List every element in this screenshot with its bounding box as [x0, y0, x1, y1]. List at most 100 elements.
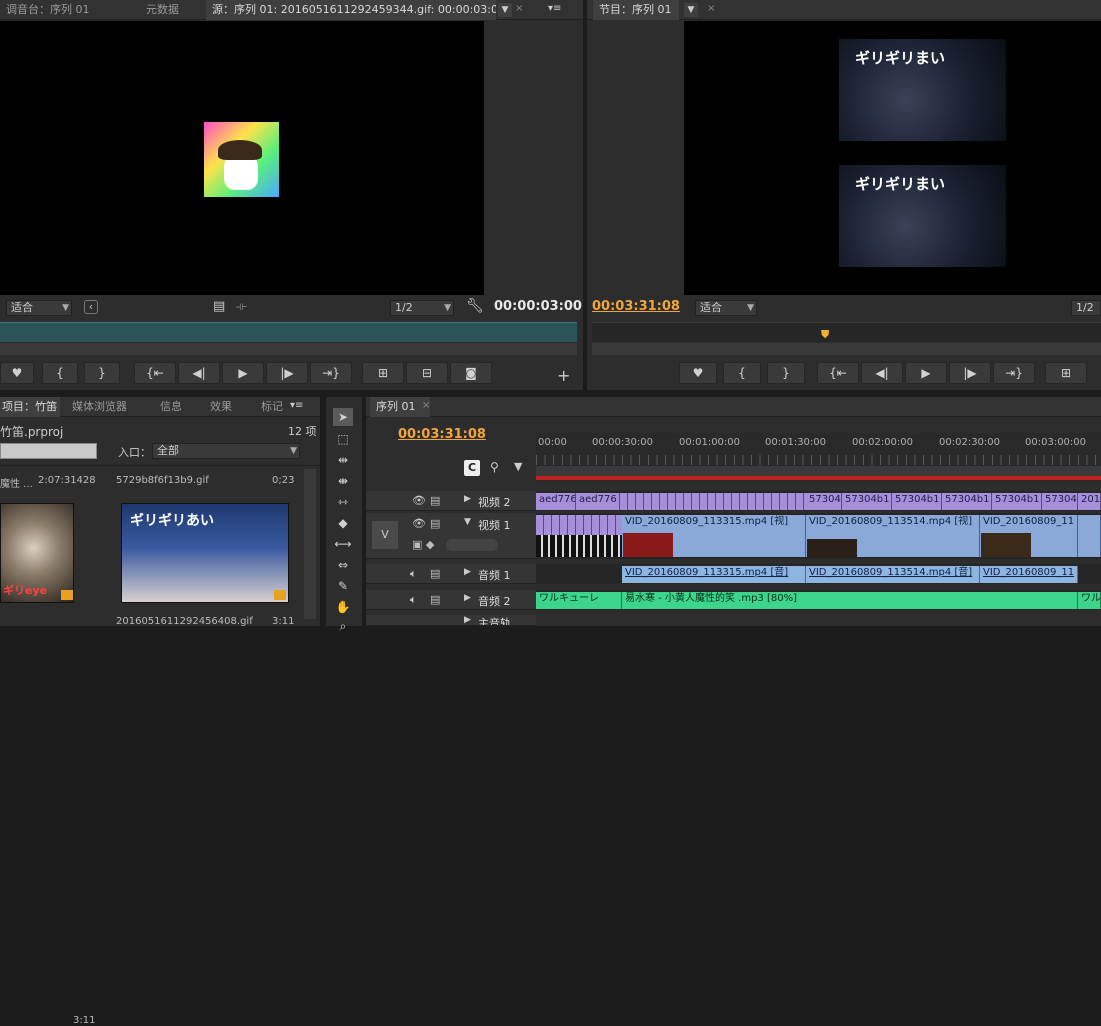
project-item-thumbnail[interactable]: ギリeye [0, 503, 74, 603]
step-forward-button[interactable]: |▶ [266, 362, 308, 384]
razor-tool-icon[interactable]: ◆ [333, 514, 353, 532]
work-area-bar[interactable] [536, 476, 1101, 480]
program-zoom-scroll[interactable] [592, 343, 1101, 355]
source-fit-dropdown[interactable]: 适合 ▼ [6, 300, 72, 316]
keyframe-icon[interactable]: ▣ ◆ [412, 538, 434, 551]
clip-stack[interactable] [620, 493, 806, 510]
go-to-out-button[interactable]: ⇥} [310, 362, 352, 384]
add-marker-button[interactable]: ♥ [679, 362, 717, 384]
add-marker-button[interactable]: ♥ [0, 362, 34, 384]
track-header-audio1[interactable]: 🔈︎ ▤ ▶ 音频 1 [366, 564, 536, 584]
timeline-clip[interactable]: 57304 [1042, 493, 1078, 510]
export-frame-button[interactable]: ◙ [450, 362, 492, 384]
mark-out-button[interactable]: } [84, 362, 120, 384]
play-button[interactable]: ▶ [905, 362, 947, 384]
hand-tool-icon[interactable]: ✋ [333, 598, 353, 616]
zoom-tool-icon[interactable]: ⌕ [333, 617, 353, 635]
ripple-edit-tool-icon[interactable]: ⇹ [333, 451, 353, 469]
timeline-clip[interactable] [1078, 515, 1101, 557]
timeline-clip[interactable]: ワル [1078, 592, 1101, 609]
close-icon[interactable]: × [707, 3, 715, 14]
tab-markers[interactable]: 标记 [255, 397, 289, 417]
panel-menu-icon[interactable]: ▾≡ [290, 400, 303, 411]
timeline-clip[interactable]: ワルキューレ [536, 592, 622, 609]
expand-arrow-icon[interactable]: ▶ [464, 494, 471, 504]
play-button[interactable]: ▶ [222, 362, 264, 384]
film-strip-icon[interactable]: ▤ [430, 567, 440, 580]
timeline-clip[interactable]: 57304b1 [842, 493, 892, 510]
step-back-button[interactable]: ◀| [861, 362, 903, 384]
step-forward-button[interactable]: |▶ [949, 362, 991, 384]
snap-icon[interactable]: C [464, 460, 480, 476]
eye-icon[interactable]: 👁︎ [412, 517, 426, 530]
source-timecode[interactable]: 00:00:03:00 [494, 299, 582, 314]
timeline-timecode[interactable]: 00:03:31:08 [398, 427, 486, 442]
timeline-clip[interactable]: 易水寒 - 小黄人魔性的笑 .mp3 [80%] [622, 592, 1078, 609]
go-to-in-button[interactable]: {⇤ [817, 362, 859, 384]
safe-margins-icon[interactable]: ‹ [84, 300, 98, 314]
overwrite-button[interactable]: ⊟ [406, 362, 448, 384]
keyframe-nav[interactable] [446, 539, 498, 551]
rate-stretch-tool-icon[interactable]: ⇿ [333, 493, 353, 511]
go-to-in-button[interactable]: {⇤ [134, 362, 176, 384]
timeline-clip[interactable]: VID_20160809_11 [980, 566, 1078, 583]
close-icon[interactable]: × [422, 400, 430, 411]
timeline-clip[interactable]: aed776 [576, 493, 620, 510]
close-icon[interactable]: × [50, 400, 58, 411]
expand-arrow-icon[interactable]: ▶ [464, 567, 471, 577]
track-header-audio2[interactable]: 🔈︎ ▤ ▶ 音频 2 [366, 590, 536, 610]
program-resolution-dropdown[interactable]: 1/2 [1071, 300, 1101, 316]
add-marker-icon[interactable]: ▼ [514, 460, 522, 473]
film-strip-icon[interactable]: ▤ [430, 517, 440, 530]
tab-audio-mixer[interactable]: 调音台：序列 01 [0, 0, 96, 20]
go-to-out-button[interactable]: ⇥} [993, 362, 1035, 384]
timeline-clip[interactable]: aed776 [536, 493, 576, 510]
mark-in-button[interactable]: { [723, 362, 761, 384]
speaker-icon[interactable]: 🔈︎ [410, 567, 417, 581]
chevron-down-icon[interactable]: ▼ [498, 3, 512, 17]
in-dropdown[interactable]: 全部 ▼ [152, 443, 300, 459]
tab-metadata[interactable]: 元数据 [140, 0, 185, 20]
track-select-tool-icon[interactable]: ⬚ [333, 430, 353, 448]
button-editor-plus-icon[interactable]: + [557, 366, 570, 385]
mark-out-button[interactable]: } [767, 362, 805, 384]
lift-button[interactable]: ⊞ [1045, 362, 1087, 384]
tab-info[interactable]: 信息 [154, 397, 188, 417]
film-strip-icon[interactable]: ▤ [430, 593, 440, 606]
rolling-edit-tool-icon[interactable]: ⇼ [333, 472, 353, 490]
track-header-master[interactable]: ▶ 主音轨 [366, 615, 536, 626]
speaker-icon[interactable]: 🔈︎ [410, 593, 417, 607]
tab-sequence[interactable]: 序列 01 [370, 397, 430, 417]
source-patch-v[interactable]: V [372, 521, 398, 549]
eye-icon[interactable]: 👁︎ [412, 494, 426, 507]
playhead-icon[interactable]: ⛊ [821, 328, 829, 342]
step-back-button[interactable]: ◀| [178, 362, 220, 384]
timeline-clip[interactable]: VID_20160809_113514.mp4 [音] [806, 566, 980, 583]
project-scrollbar[interactable] [304, 469, 316, 619]
film-strip-icon[interactable]: ▤ [430, 494, 440, 507]
tab-source[interactable]: 源：序列 01: 2016051611292459344.gif: 00:00:… [206, 0, 496, 20]
program-fit-dropdown[interactable]: 适合 ▼ [695, 300, 757, 316]
timeline-clip[interactable]: VID_20160809_113315.mp4 [音] [622, 566, 806, 583]
expand-arrow-icon[interactable]: ▶ [464, 615, 471, 625]
collapse-arrow-icon[interactable]: ▼ [464, 517, 471, 527]
timeline-clip[interactable]: 57304b1 [892, 493, 942, 510]
timeline-clip[interactable]: 201 [1078, 493, 1101, 510]
source-resolution-dropdown[interactable]: 1/2 ▼ [390, 300, 454, 316]
timeline-clip[interactable]: 57304 [806, 493, 842, 510]
tab-effects[interactable]: 效果 [204, 397, 238, 417]
timeline-ruler[interactable]: 00:00 00:00:30:00 00:01:00:00 00:01:30:0… [536, 433, 1101, 481]
slide-tool-icon[interactable]: ⇔ [333, 556, 353, 574]
film-icon[interactable]: ▤ [213, 299, 225, 314]
search-input[interactable] [0, 443, 97, 459]
slip-tool-icon[interactable]: ⟷ [333, 535, 353, 553]
close-icon[interactable]: × [515, 3, 523, 14]
mark-in-button[interactable]: { [42, 362, 78, 384]
linked-selection-icon[interactable]: ⚲ [490, 460, 499, 474]
program-timecode[interactable]: 00:03:31:08 [592, 299, 680, 314]
panel-menu-icon[interactable]: ▾≡ [548, 3, 561, 14]
chevron-down-icon[interactable]: ▼ [684, 3, 698, 17]
tab-media-browser[interactable]: 媒体浏览器 [66, 397, 133, 417]
expand-arrow-icon[interactable]: ▶ [464, 593, 471, 603]
drag-audio-icon[interactable]: ⟛ [236, 299, 247, 314]
